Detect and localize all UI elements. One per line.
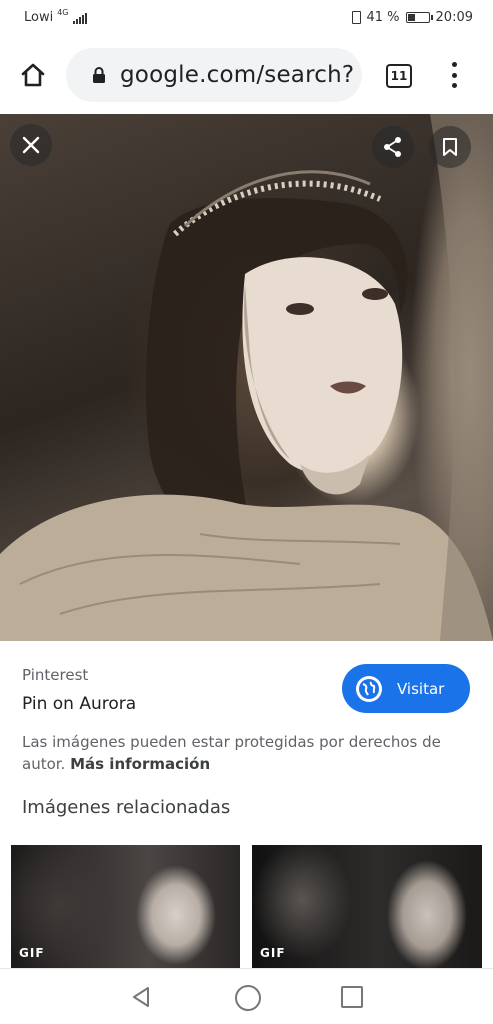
browser-toolbar: google.com/search? 11	[0, 36, 493, 114]
image-preview[interactable]	[0, 114, 493, 641]
copyright-notice: Las imágenes pueden estar protegidas por…	[22, 731, 462, 775]
source-site: Pinterest	[22, 666, 89, 684]
share-button[interactable]	[372, 126, 414, 168]
share-icon	[384, 137, 401, 157]
portrait-photo	[0, 114, 493, 641]
back-icon[interactable]	[128, 984, 154, 1010]
url-text: google.com/search?	[120, 62, 355, 88]
close-icon	[22, 136, 40, 154]
result-title[interactable]: Pin on Aurora	[22, 694, 136, 714]
home-button[interactable]	[14, 56, 52, 94]
clock: 20:09	[435, 10, 473, 25]
related-image-1[interactable]: GIF	[11, 845, 240, 968]
related-image-2[interactable]: GIF	[252, 845, 482, 968]
related-images-heading: Imágenes relacionadas	[22, 797, 231, 818]
home-nav-icon[interactable]	[235, 985, 261, 1011]
lock-icon	[93, 67, 105, 83]
visit-label: Visitar	[397, 679, 445, 698]
signal-icon	[72, 12, 87, 24]
battery-percent: 41 %	[366, 10, 400, 25]
more-info-link[interactable]: Más información	[70, 755, 210, 773]
home-icon	[21, 63, 45, 87]
save-button[interactable]	[429, 126, 471, 168]
gif-badge: GIF	[260, 946, 286, 960]
globe-icon	[356, 675, 382, 702]
bookmark-icon	[443, 138, 457, 156]
close-button[interactable]	[10, 124, 52, 166]
gif-badge: GIF	[19, 946, 45, 960]
tab-switcher-button[interactable]: 11	[386, 64, 412, 88]
network-type: 4G	[57, 8, 69, 17]
system-nav-bar	[0, 968, 493, 1024]
visit-button[interactable]: Visitar	[342, 664, 470, 713]
carrier-label: Lowi	[24, 10, 54, 25]
vibrate-icon	[351, 11, 361, 24]
status-bar: Lowi 4G 41 % 20:09	[0, 0, 493, 36]
recents-icon[interactable]	[341, 986, 363, 1008]
more-vert-icon[interactable]	[442, 60, 466, 90]
address-bar[interactable]: google.com/search?	[66, 48, 362, 102]
battery-icon	[405, 12, 433, 23]
